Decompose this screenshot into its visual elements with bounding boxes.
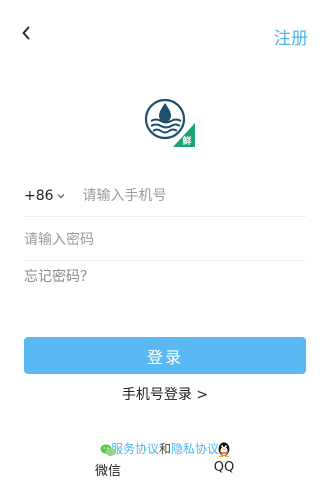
logo-badge-text: 鲜 [182, 135, 191, 147]
chevron-left-icon [22, 26, 30, 40]
country-code-selector[interactable]: +86 [24, 188, 65, 204]
register-link[interactable]: 注册 [274, 24, 308, 49]
wechat-label: 微信 [94, 464, 121, 479]
app-logo: 鲜 [144, 98, 195, 147]
phone-input[interactable] [82, 188, 306, 204]
wechat-icon [100, 444, 116, 456]
country-code-label: +86 [24, 188, 54, 204]
forgot-password-link[interactable]: 忘记密码？ [24, 266, 94, 286]
phone-field-row: +86 [24, 176, 306, 217]
back-button[interactable] [16, 22, 36, 44]
password-input[interactable] [24, 232, 306, 248]
wechat-login-button[interactable]: 微信 [88, 443, 128, 479]
qq-penguin-icon [218, 442, 230, 457]
password-field-row [24, 220, 306, 261]
agreement-text: 服务协议和隐私协议 [0, 440, 330, 457]
qq-label: QQ [213, 460, 235, 475]
phone-login-link[interactable]: 手机号登录 > [0, 384, 330, 404]
login-button[interactable]: 登录 [24, 337, 306, 374]
qq-login-button[interactable]: QQ [206, 441, 242, 475]
chevron-down-icon [57, 194, 64, 199]
agreement-conjunction: 和 [158, 442, 171, 456]
